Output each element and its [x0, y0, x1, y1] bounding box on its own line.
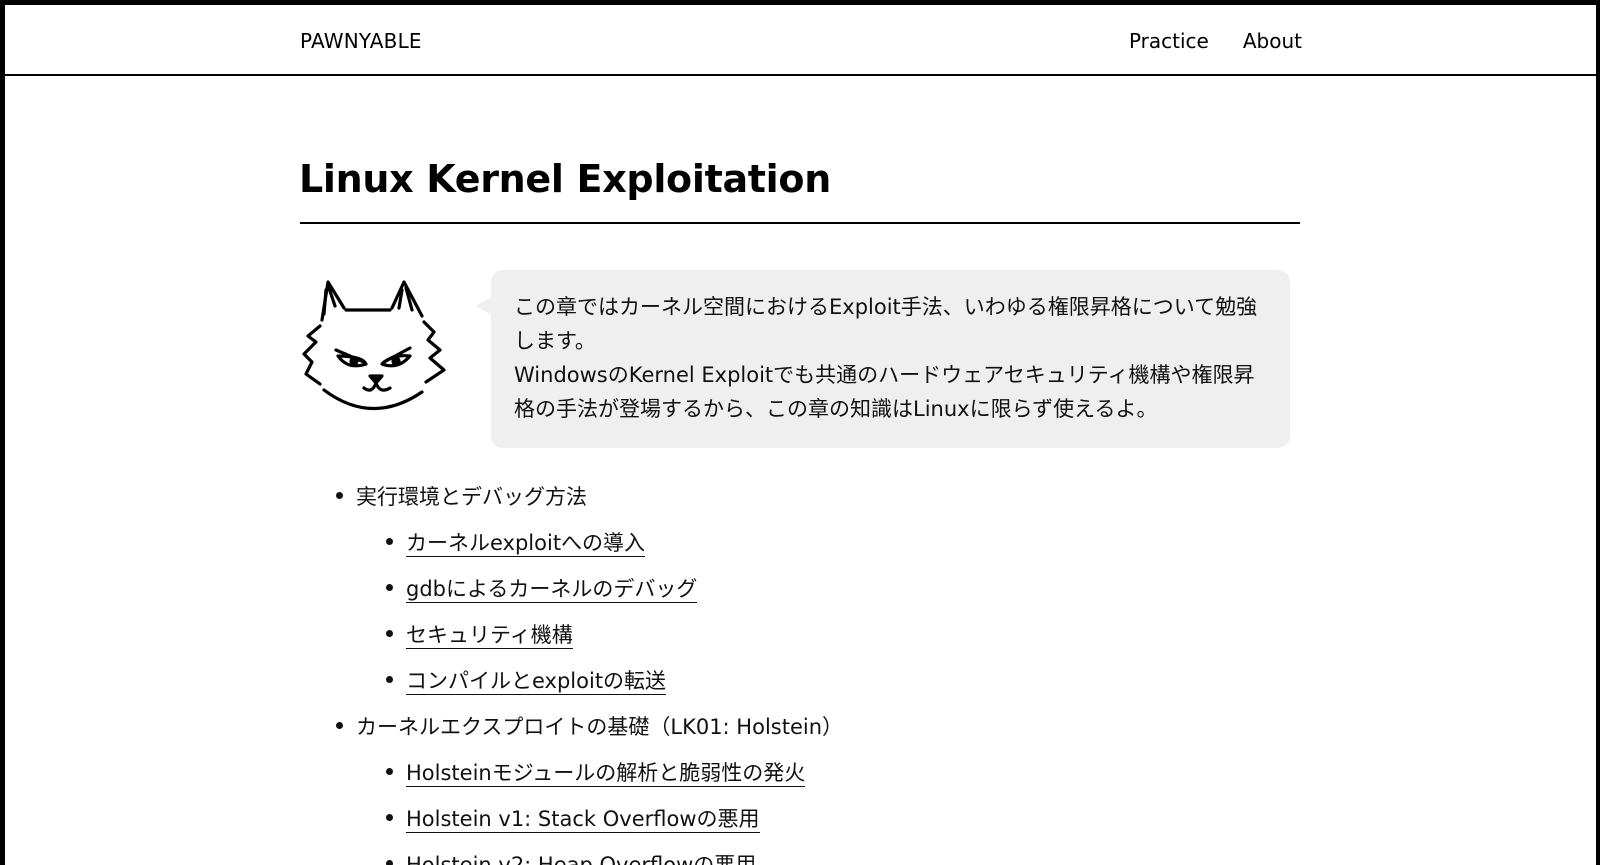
page-frame: PAWNYABLE Practice About Linux Kernel Ex…	[5, 5, 1596, 865]
toc-link-intro-kernel-exploit[interactable]: カーネルexploitへの導入	[406, 531, 646, 557]
bullet-icon	[386, 814, 393, 821]
toc-section-basics: カーネルエクスプロイトの基礎（LK01: Holstein）	[299, 715, 1299, 761]
bullet-icon	[386, 768, 393, 775]
bullet-icon	[386, 538, 393, 545]
intro-text-line2: WindowsのKernel Exploitでも共通のハードウェアセキュリティ機…	[514, 363, 1255, 421]
toc-item: Holstein v1: Stack Overflowの悪用	[299, 807, 1299, 853]
nav-about-link[interactable]: About	[1243, 29, 1302, 53]
toc-section-setup: 実行環境とデバッグ方法	[299, 485, 1299, 531]
toc-list: 実行環境とデバッグ方法 カーネルexploitへの導入 gdbによるカーネルのデ…	[299, 485, 1299, 865]
toc-section-title: カーネルエクスプロイトの基礎（LK01: Holstein）	[356, 715, 844, 739]
bullet-icon	[386, 584, 393, 591]
toc-item: gdbによるカーネルのデバッグ	[299, 577, 1299, 623]
title-divider	[300, 222, 1300, 224]
main-nav: Practice About	[1129, 29, 1302, 53]
toc-item: カーネルexploitへの導入	[299, 531, 1299, 577]
toc-item: コンパイルとexploitの転送	[299, 669, 1299, 715]
site-header: PAWNYABLE Practice About	[5, 5, 1596, 76]
nav-practice-link[interactable]: Practice	[1129, 29, 1209, 53]
toc-link-gdb-debugging[interactable]: gdbによるカーネルのデバッグ	[406, 577, 698, 603]
toc-item: セキュリティ機構	[299, 623, 1299, 669]
bullet-icon	[336, 722, 343, 729]
cat-mascot-icon	[302, 280, 446, 411]
toc-item: Holstein v2: Heap Overflowの悪用	[299, 853, 1299, 865]
toc-link-holstein-analysis[interactable]: Holsteinモジュールの解析と脆弱性の発火	[406, 761, 806, 787]
page-title: Linux Kernel Exploitation	[299, 157, 831, 201]
toc-section-title: 実行環境とデバッグ方法	[356, 485, 587, 509]
speech-bubble-tail	[475, 297, 492, 315]
toc-link-compile-transfer[interactable]: コンパイルとexploitの転送	[406, 669, 667, 695]
toc-link-holstein-v1[interactable]: Holstein v1: Stack Overflowの悪用	[406, 807, 760, 833]
intro-speech-bubble: この章ではカーネル空間におけるExploit手法、いわゆる権限昇格について勉強し…	[491, 270, 1290, 448]
intro-text-line1: この章ではカーネル空間におけるExploit手法、いわゆる権限昇格について勉強し…	[514, 295, 1258, 353]
toc-link-security-mechanisms[interactable]: セキュリティ機構	[406, 623, 573, 649]
table-of-contents: 実行環境とデバッグ方法 カーネルexploitへの導入 gdbによるカーネルのデ…	[299, 485, 1299, 865]
bullet-icon	[386, 630, 393, 637]
bullet-icon	[336, 492, 343, 499]
site-logo-link[interactable]: PAWNYABLE	[300, 29, 422, 53]
toc-link-holstein-v2[interactable]: Holstein v2: Heap Overflowの悪用	[406, 853, 757, 865]
toc-item: Holsteinモジュールの解析と脆弱性の発火	[299, 761, 1299, 807]
bullet-icon	[386, 860, 393, 865]
bullet-icon	[386, 676, 393, 683]
